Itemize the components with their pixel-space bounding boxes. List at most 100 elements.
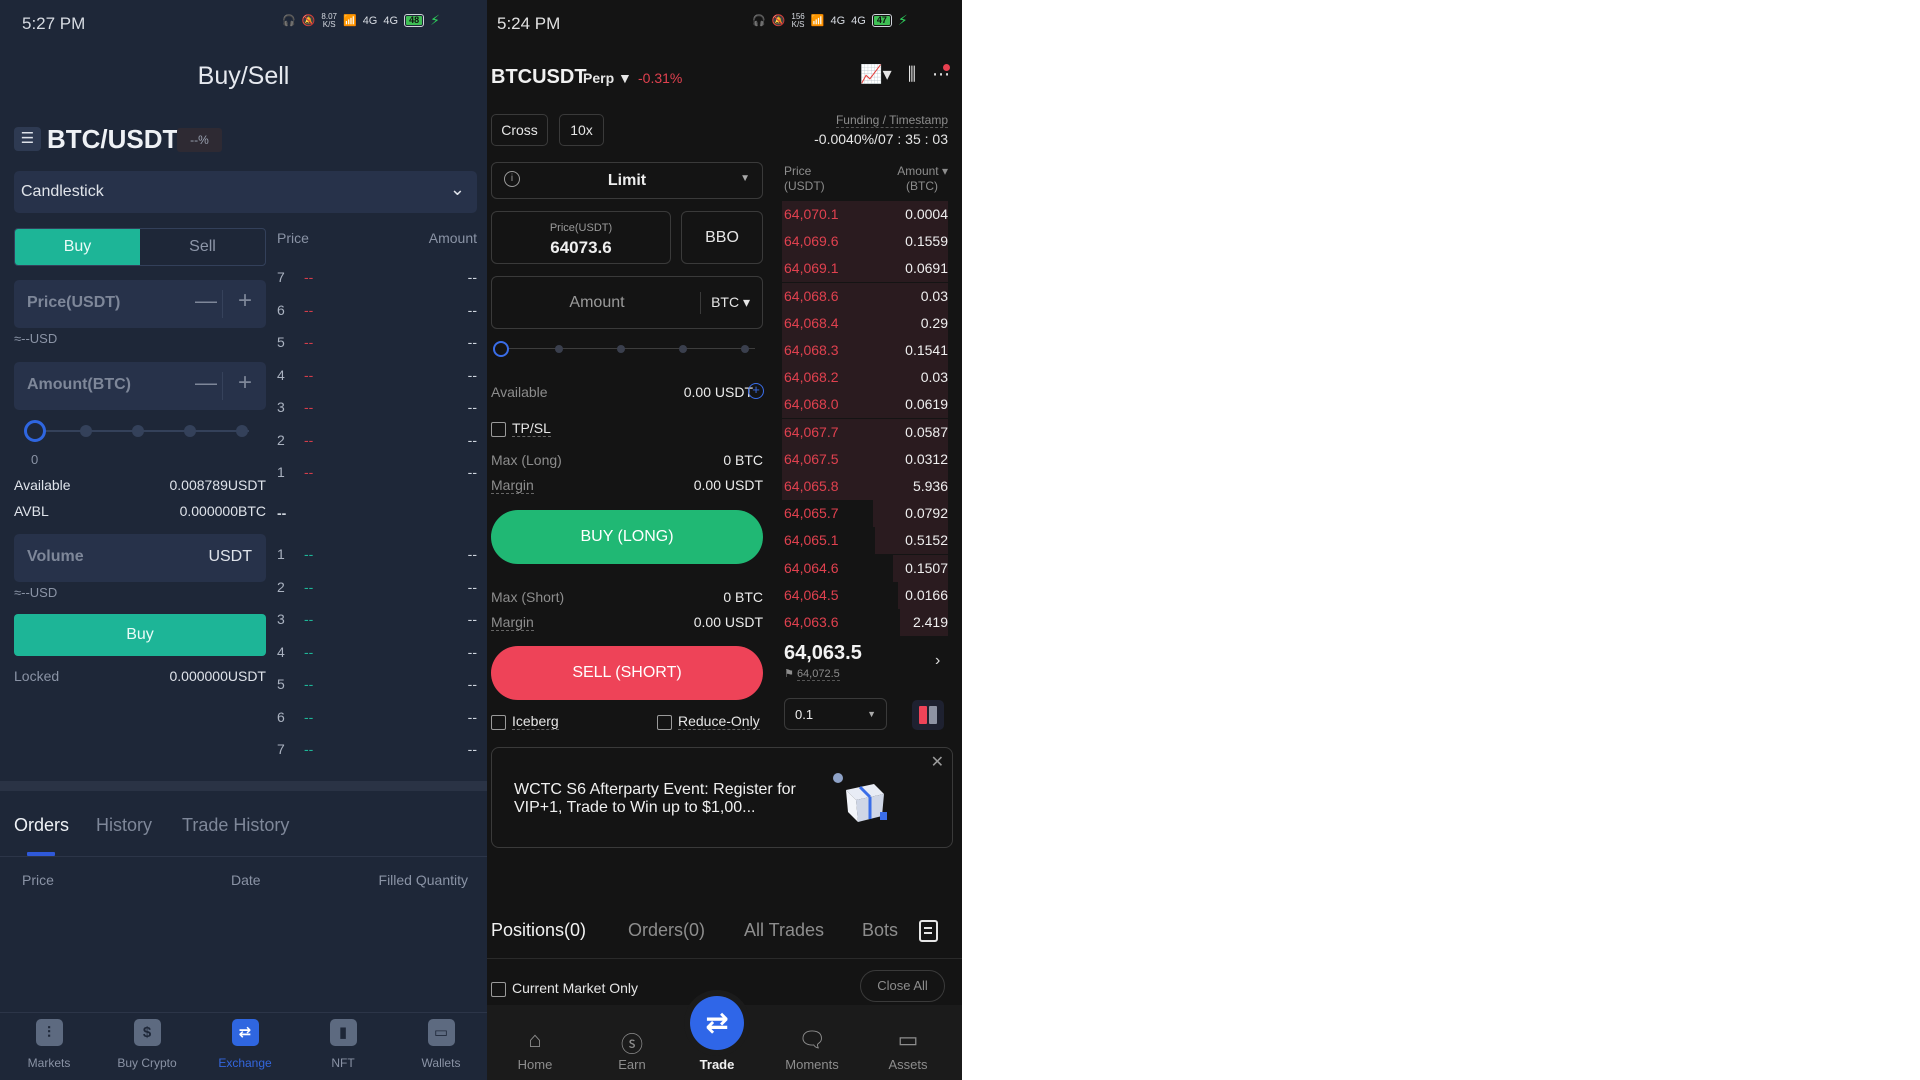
buy-tab[interactable]: Buy bbox=[15, 229, 140, 265]
orderbook-ask-row[interactable]: 64,064.6 0.1507 bbox=[782, 554, 948, 582]
orderbook-bid-row[interactable]: 7 -- -- bbox=[277, 741, 477, 759]
slider-stop-25[interactable] bbox=[80, 425, 92, 437]
price-increment-button[interactable]: + bbox=[238, 287, 252, 315]
amount-slider[interactable] bbox=[493, 341, 757, 357]
tpsl-checkbox[interactable]: TP/SL bbox=[491, 420, 551, 437]
orderbook-ask-row[interactable]: 3 -- -- bbox=[277, 399, 477, 417]
iceberg-checkbox[interactable]: Iceberg bbox=[491, 713, 559, 730]
nav-wallets[interactable]: ▭ Wallets bbox=[393, 1019, 489, 1070]
leverage-button[interactable]: 10x bbox=[559, 114, 604, 146]
price-input[interactable]: Price(USDT) 64073.6 bbox=[491, 211, 671, 264]
tab-positions[interactable]: Positions(0) bbox=[491, 920, 586, 941]
orderbook-ask-row[interactable]: 7 -- -- bbox=[277, 269, 477, 287]
amount-input[interactable]: Amount BTC ▾ bbox=[491, 276, 763, 329]
promo-banner[interactable]: WCTC S6 Afterparty Event: Register for V… bbox=[491, 747, 953, 848]
orderbook-ask-row[interactable]: 5 -- -- bbox=[277, 334, 477, 352]
orderbook-bid-row[interactable]: 3 -- -- bbox=[277, 611, 477, 629]
document-icon[interactable] bbox=[919, 920, 938, 942]
sell-short-button[interactable]: SELL (SHORT) bbox=[491, 646, 763, 700]
orderbook-ask-row[interactable]: 64,068.2 0.03 bbox=[782, 364, 948, 392]
checkbox[interactable] bbox=[491, 981, 506, 997]
amount-increment-button[interactable]: + bbox=[238, 369, 252, 397]
orderbook-ask-row[interactable]: 64,063.6 2.419 bbox=[782, 609, 948, 636]
slider-stop-25[interactable] bbox=[555, 345, 563, 353]
orderbook-ask-row[interactable]: 2 -- -- bbox=[277, 432, 477, 450]
nav-exchange[interactable]: ⇄ Exchange bbox=[197, 1019, 293, 1070]
orderbook-ask-row[interactable]: 64,067.5 0.0312 bbox=[782, 445, 948, 473]
order-type-select[interactable]: i Limit ▼ bbox=[491, 162, 763, 199]
buy-long-button[interactable]: BUY (LONG) bbox=[491, 510, 763, 564]
contract-type-dropdown[interactable]: Perp ▼ bbox=[583, 70, 632, 86]
orderbook-bid-row[interactable]: 2 -- -- bbox=[277, 579, 477, 597]
orderbook-ask-row[interactable]: 64,065.1 0.5152 bbox=[782, 527, 948, 555]
checkbox[interactable] bbox=[491, 421, 506, 437]
checkbox[interactable] bbox=[491, 714, 506, 730]
orderbook-layout-button[interactable] bbox=[912, 700, 944, 730]
orderbook-ask-row[interactable]: 4 -- -- bbox=[277, 367, 477, 385]
close-icon[interactable]: ✕ bbox=[931, 752, 944, 772]
slider-stop-100[interactable] bbox=[741, 345, 749, 353]
orderbook-ask-row[interactable]: 64,067.7 0.0587 bbox=[782, 418, 948, 446]
nav-home[interactable]: ⌂ Home bbox=[500, 1027, 570, 1072]
trade-icon[interactable]: ⇄ bbox=[690, 996, 744, 1050]
nav-assets[interactable]: ▭ Assets bbox=[873, 1027, 943, 1072]
orderbook-bid-row[interactable]: 6 -- -- bbox=[277, 709, 477, 727]
symbol-name[interactable]: BTCUSDT bbox=[491, 66, 587, 89]
tab-history[interactable]: History bbox=[96, 815, 152, 836]
tab-orders[interactable]: Orders(0) bbox=[628, 920, 705, 941]
orderbook-ask-row[interactable]: 64,064.5 0.0166 bbox=[782, 581, 948, 609]
nav-markets[interactable]: ⫶ Markets bbox=[1, 1019, 97, 1070]
chart-icon[interactable]: 📈▾ bbox=[860, 64, 891, 85]
pair-menu-icon[interactable]: ☰ bbox=[14, 127, 41, 151]
chevron-right-icon[interactable]: › bbox=[935, 652, 940, 670]
tab-orders[interactable]: Orders bbox=[14, 815, 69, 836]
depth-step-select[interactable]: 0.1 ▼ bbox=[784, 698, 887, 730]
tab-all-trades[interactable]: All Trades bbox=[744, 920, 824, 941]
orderbook-ask-row[interactable]: 64,068.3 0.1541 bbox=[782, 337, 948, 364]
volume-input[interactable]: Volume USDT bbox=[14, 534, 266, 582]
price-input[interactable]: Price(USDT) — + bbox=[14, 280, 266, 328]
checkbox[interactable] bbox=[657, 714, 672, 730]
orderbook-amount-header[interactable]: Amount ▾ (BTC) bbox=[857, 164, 948, 194]
tab-trade-history[interactable]: Trade History bbox=[182, 815, 289, 836]
current-market-only-checkbox[interactable]: Current Market Only bbox=[491, 980, 638, 997]
orderbook-bid-row[interactable]: 5 -- -- bbox=[277, 676, 477, 694]
orderbook-ask-row[interactable]: 64,068.4 0.29 bbox=[782, 309, 948, 337]
nav-nft[interactable]: ▮ NFT bbox=[295, 1019, 391, 1070]
nav-earn[interactable]: ⓢ Earn bbox=[597, 1027, 667, 1072]
nav-moments[interactable]: 🗨 Moments bbox=[777, 1027, 847, 1072]
candlestick-icon[interactable]: ⫼ bbox=[908, 64, 916, 85]
slider-stop-75[interactable] bbox=[184, 425, 196, 437]
amount-unit-dropdown[interactable]: BTC ▾ bbox=[711, 294, 750, 311]
orderbook-ask-row[interactable]: 6 -- -- bbox=[277, 302, 477, 320]
amount-decrement-button[interactable]: — bbox=[195, 370, 217, 396]
orderbook-ask-row[interactable]: 64,069.6 0.1559 bbox=[782, 228, 948, 256]
margin-mode-button[interactable]: Cross bbox=[491, 114, 548, 146]
chart-type-select[interactable]: Candlestick ⌄ bbox=[14, 171, 477, 213]
orderbook-bid-row[interactable]: 4 -- -- bbox=[277, 644, 477, 662]
orderbook-ask-row[interactable]: 64,065.8 5.936 bbox=[782, 473, 948, 500]
amount-input[interactable]: Amount(BTC) — + bbox=[14, 362, 266, 410]
orderbook-ask-row[interactable]: 64,068.6 0.03 bbox=[782, 282, 948, 310]
funding-label[interactable]: Funding / Timestamp bbox=[835, 113, 948, 128]
sell-tab[interactable]: Sell bbox=[140, 229, 265, 265]
pair-name[interactable]: BTC/USDT bbox=[47, 124, 178, 155]
add-funds-icon[interactable]: + bbox=[748, 383, 764, 399]
price-decrement-button[interactable]: — bbox=[195, 288, 217, 314]
reduce-only-checkbox[interactable]: Reduce-Only bbox=[657, 713, 760, 730]
close-all-button[interactable]: Close All bbox=[860, 970, 945, 1002]
slider-stop-50[interactable] bbox=[132, 425, 144, 437]
orderbook-bid-row[interactable]: 1 -- -- bbox=[277, 546, 477, 564]
tab-bots[interactable]: Bots bbox=[862, 920, 898, 941]
slider-stop-50[interactable] bbox=[617, 345, 625, 353]
orderbook-ask-row[interactable]: 64,069.1 0.0691 bbox=[782, 255, 948, 283]
slider-handle[interactable] bbox=[24, 420, 46, 442]
orderbook-ask-row[interactable]: 64,065.7 0.0792 bbox=[782, 500, 948, 528]
slider-stop-75[interactable] bbox=[679, 345, 687, 353]
orderbook-ask-row[interactable]: 64,070.1 0.0004 bbox=[782, 201, 948, 228]
orderbook-ask-row[interactable]: 1 -- -- bbox=[277, 464, 477, 482]
bbo-button[interactable]: BBO bbox=[681, 211, 763, 264]
nav-buy-crypto[interactable]: $ Buy Crypto bbox=[99, 1019, 195, 1070]
orderbook-ask-row[interactable]: 64,068.0 0.0619 bbox=[782, 391, 948, 419]
slider-stop-100[interactable] bbox=[236, 425, 248, 437]
